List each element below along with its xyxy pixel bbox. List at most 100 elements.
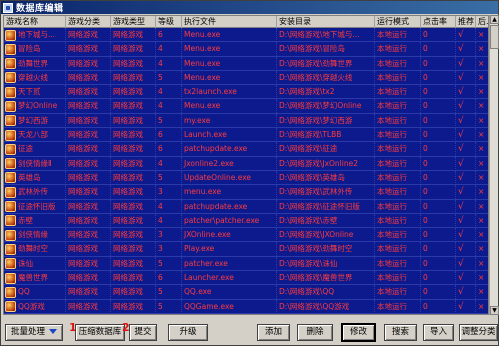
table-row[interactable]: 赤壁 网络游戏 网络游戏 4 patcher\patcher.exe D:\网络游戏\赤壁… — [4, 213, 488, 229]
column-header-post[interactable]: 后... — [476, 16, 488, 28]
table-row[interactable]: 剑侠情缘Ⅱ 网络游戏 网络游戏 4 Jxonline2.exe D:\网络游戏\JxOnl… — [4, 156, 488, 171]
column-header-game-name[interactable]: 游戏名称 — [4, 16, 66, 28]
game-name-text: 梦幻Online — [18, 101, 58, 111]
delete-button[interactable]: 删除 — [297, 324, 333, 341]
cell-dir: D:\网络游戏\QQ游戏 — [277, 299, 375, 314]
cell-post: × — [476, 57, 488, 71]
cell-mode: 本地运行 — [375, 170, 421, 185]
scroll-up-icon[interactable]: ▲ — [490, 15, 499, 24]
submit-button[interactable]: 提交 — [129, 324, 157, 341]
cell-post: × — [476, 285, 488, 299]
table-row[interactable]: 梦幻西游 网络游戏 网络游戏 5 my.exe D:\网络游戏\梦幻西游 本地运行 0 √ × — [4, 113, 488, 129]
table-row[interactable]: 武林外传 网络游戏 网络游戏 3 menu.exe D:\网络游戏\武林外传 本地运行 0 √ × — [4, 185, 488, 200]
game-icon — [5, 172, 16, 184]
cell-exe: Menu.exe — [182, 42, 277, 57]
add-button[interactable]: 添加 — [257, 324, 290, 341]
cell-cat: 网络游戏 — [66, 242, 111, 257]
cell-clicks: 0 — [421, 299, 456, 314]
cell-level: 3 — [156, 228, 182, 243]
cell-mode: 本地运行 — [375, 228, 421, 243]
column-header-run-mode[interactable]: 运行模式 — [375, 16, 421, 28]
cell-post: × — [476, 214, 488, 228]
cell-clicks: 0 — [421, 28, 456, 42]
table-row[interactable]: 梦幻Online 网络游戏 网络游戏 4 Menu.exe D:\网络游戏\梦幻Onlin… — [4, 99, 488, 114]
table-row[interactable]: 英雄岛 网络游戏 网络游戏 5 UpdateOnline.exe D:\网络游戏\英雄岛本… — [4, 170, 488, 186]
cell-rec: √ — [456, 256, 476, 271]
cell-type: 网络游戏 — [111, 56, 156, 71]
cell-level: 6 — [156, 28, 182, 42]
cell-rec: √ — [456, 99, 476, 114]
cell-post: × — [476, 157, 488, 171]
cell-level: 6 — [156, 271, 182, 286]
cell-clicks: 0 — [421, 285, 456, 300]
game-name-text: 魔兽世界 — [18, 273, 48, 283]
table-row[interactable]: 征途怀旧版 网络游戏 网络游戏 4 patchupdate.exe D:\网络游戏\征途怀… — [4, 199, 488, 214]
title-bar[interactable]: 数据库编辑 — [1, 1, 498, 14]
table-row[interactable]: QQ游戏 网络游戏 网络游戏 5 QQGame.exe D:\网络游戏\QQ游戏 本地运行 0… — [4, 299, 488, 314]
cell-exe: tx2launch.exe — [182, 85, 277, 100]
cell-type: 网络游戏 — [111, 128, 156, 143]
cell-exe: Menu.exe — [182, 28, 277, 42]
cell-rec: √ — [456, 299, 476, 314]
table-row[interactable]: 冒险岛 网络游戏 网络游戏 4 Menu.exe D:\网络游戏\冒险岛 本地运行 0 √ × — [4, 42, 488, 57]
cell-cat: 网络游戏 — [66, 185, 111, 200]
cell-level: 5 — [156, 170, 182, 185]
table-row[interactable]: 征途 网络游戏 网络游戏 6 patchupdate.exe D:\网络游戏\征途 本地运行… — [4, 142, 488, 157]
adjust-category-button[interactable]: 调整分类 — [459, 324, 498, 341]
cell-clicks: 0 — [421, 199, 456, 214]
cell-exe: patcher\patcher.exe — [182, 213, 277, 228]
column-header-click-rate[interactable]: 点击率 — [421, 16, 456, 28]
cell-mode: 本地运行 — [375, 70, 421, 85]
compress-database-button[interactable]: 压缩数据库 — [75, 324, 125, 341]
modify-button[interactable]: 修改 — [342, 324, 375, 341]
cell-dir: D:\网络游戏\武林外传 — [277, 185, 375, 200]
cell-cat: 网络游戏 — [66, 85, 111, 100]
table-row[interactable]: 地下城与... 网络游戏 网络游戏 6 Menu.exe D:\网络游戏\地下城与... 本… — [4, 28, 488, 43]
vertical-scrollbar[interactable]: ▲ ▼ — [489, 15, 499, 315]
cell-type: 网络游戏 — [111, 142, 156, 157]
cell-name: 劲舞世界 — [4, 56, 66, 71]
column-header-game-category[interactable]: 游戏分类 — [66, 16, 111, 28]
column-header-recommend[interactable]: 推荐 — [456, 16, 476, 28]
import-button[interactable]: 导入 — [423, 324, 454, 341]
cell-mode: 本地运行 — [375, 128, 421, 143]
game-data-grid[interactable]: 游戏名称 游戏分类 游戏类型 等级 执行文件 安装目录 运行模式 点击率 推荐 … — [3, 15, 489, 315]
cell-clicks: 0 — [421, 242, 456, 257]
cell-mode: 本地运行 — [375, 28, 421, 42]
cell-clicks: 0 — [421, 42, 456, 57]
game-icon — [5, 100, 16, 112]
grid-rows: 地下城与... 网络游戏 网络游戏 6 Menu.exe D:\网络游戏\地下城与... 本… — [4, 28, 488, 314]
table-row[interactable]: 剑侠情缘 网络游戏 网络游戏 3 JXOnline.exe D:\网络游戏\JXOnlin… — [4, 228, 488, 243]
search-button[interactable]: 搜索 — [384, 324, 417, 341]
table-row[interactable]: 穿越火线 网络游戏 网络游戏 5 Menu.exe D:\网络游戏\穿越火线 本地运行 0 √ × — [4, 70, 488, 86]
upgrade-button[interactable]: 升级 — [168, 324, 208, 341]
cell-rec: √ — [456, 185, 476, 200]
cell-clicks: 0 — [421, 213, 456, 228]
batch-process-button[interactable]: 批量处理 — [5, 324, 63, 341]
game-name-text: 剑侠情缘Ⅱ — [18, 158, 52, 168]
table-row[interactable]: 诛仙 网络游戏 网络游戏 5 patcher.exe D:\网络游戏\诛仙 本地运行 0 √ × — [4, 256, 488, 272]
cell-rec: √ — [456, 156, 476, 171]
cell-name: QQ — [4, 285, 66, 300]
cell-level: 5 — [156, 299, 182, 314]
column-header-level[interactable]: 等级 — [156, 16, 182, 28]
scroll-down-icon[interactable]: ▼ — [490, 306, 499, 315]
column-header-install-dir[interactable]: 安装目录 — [277, 16, 375, 28]
table-row[interactable]: 劲舞时空 网络游戏 网络游戏 3 Play.exe D:\网络游戏\劲舞时空 本地运行 0 √ × — [4, 242, 488, 257]
table-row[interactable]: 魔兽世界 网络游戏 网络游戏 6 Launcher.exe D:\网络游戏\魔兽世界 本地运… — [4, 271, 488, 286]
cell-mode: 本地运行 — [375, 256, 421, 271]
column-header-exe-file[interactable]: 执行文件 — [182, 16, 277, 28]
table-row[interactable]: 热血江湖网络游戏网络游戏4Launcher.exeD:\网络游戏\热血江湖本地运… — [4, 313, 488, 314]
table-row[interactable]: 劲舞世界 网络游戏 网络游戏 4 Menu.exe D:\网络游戏\劲舞世界 本地运行 0 √ × — [4, 56, 488, 71]
cell-cat: 网络游戏 — [66, 128, 111, 143]
cell-clicks: 0 — [421, 313, 456, 314]
table-row[interactable]: 天下贰 网络游戏 网络游戏 4 tx2launch.exe D:\网络游戏\tx2 本地运行… — [4, 85, 488, 100]
cell-exe: patchupdate.exe — [182, 199, 277, 214]
cell-exe: Menu.exe — [182, 56, 277, 71]
scroll-thumb[interactable] — [490, 25, 499, 49]
cell-dir: D:\网络游戏\魔兽世界 — [277, 271, 375, 286]
column-header-game-type[interactable]: 游戏类型 — [111, 16, 156, 28]
table-row[interactable]: 天龙八部 网络游戏 网络游戏 6 Launch.exe D:\网络游戏\TLBB 本地运行 0… — [4, 128, 488, 143]
cell-mode: 本地运行 — [375, 199, 421, 214]
table-row[interactable]: QQ 网络游戏 网络游戏 5 QQ.exe D:\网络游戏\QQ 本地运行 0 √ × — [4, 285, 488, 300]
